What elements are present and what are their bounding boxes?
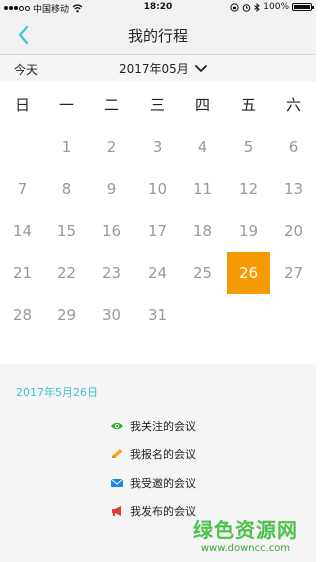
- calendar-day[interactable]: 25: [181, 252, 224, 294]
- weekday-thu: 四: [194, 96, 210, 114]
- page-title: 我的行程: [127, 27, 188, 45]
- legend-label: 我关注的会议: [130, 420, 196, 433]
- month-label: 2017年05月: [119, 62, 189, 76]
- battery-icon: [292, 3, 314, 11]
- calendar-day[interactable]: 22: [45, 252, 88, 294]
- calendar-day[interactable]: 4: [181, 126, 224, 168]
- calendar-day[interactable]: 18: [181, 210, 224, 252]
- calendar-grid: 日 一 二 三 四 五 六 1 2 3 4 5 6 7 8 9 10 11 12 13 14 15 16 17 1…: [0, 82, 316, 364]
- month-selector[interactable]: 2017年05月: [119, 60, 207, 77]
- calendar-day[interactable]: 12: [227, 168, 270, 210]
- legend-invited-meetings[interactable]: 我受邀的会议: [110, 475, 196, 491]
- calendar-day[interactable]: 5: [227, 126, 270, 168]
- chevron-down-icon: [194, 64, 207, 72]
- calendar-day[interactable]: 21: [1, 252, 44, 294]
- calendar-day[interactable]: 27: [272, 252, 315, 294]
- today-button[interactable]: 今天: [14, 61, 38, 78]
- calendar-day[interactable]: 2: [90, 126, 133, 168]
- calendar-day[interactable]: 23: [90, 252, 133, 294]
- calendar-day[interactable]: 13: [272, 168, 315, 210]
- calendar-day[interactable]: 29: [45, 294, 88, 336]
- status-bar: 中国移动 18:20 100%: [0, 0, 316, 16]
- calendar-day[interactable]: 3: [136, 126, 179, 168]
- legend-label: 我报名的会议: [130, 448, 196, 461]
- calendar-day[interactable]: 19: [227, 210, 270, 252]
- calendar-day[interactable]: 17: [136, 210, 179, 252]
- calendar-day[interactable]: 28: [1, 294, 44, 336]
- calendar-day[interactable]: 7: [1, 168, 44, 210]
- calendar-day[interactable]: 14: [1, 210, 44, 252]
- weekday-sat: 六: [285, 96, 301, 114]
- weekday-header: 日 一 二 三 四 五 六: [0, 82, 316, 126]
- calendar-day[interactable]: 6: [272, 126, 315, 168]
- calendar-day[interactable]: 10: [136, 168, 179, 210]
- calendar-day[interactable]: 31: [136, 294, 179, 336]
- weekday-wed: 三: [149, 96, 165, 114]
- month-bar: 今天 2017年05月: [0, 55, 316, 82]
- calendar-day[interactable]: 30: [90, 294, 133, 336]
- status-right-group: 100%: [230, 2, 314, 12]
- calendar-day[interactable]: 1: [45, 126, 88, 168]
- calendar-day[interactable]: 8: [45, 168, 88, 210]
- pencil-icon: [112, 449, 123, 458]
- calendar-day[interactable]: 11: [181, 168, 224, 210]
- calendar-day[interactable]: 24: [136, 252, 179, 294]
- calendar-day[interactable]: 16: [90, 210, 133, 252]
- weekday-tue: 二: [103, 96, 119, 114]
- alarm-icon: [242, 3, 251, 12]
- watermark-title: 绿色资源网: [193, 518, 298, 542]
- calendar-day[interactable]: 9: [90, 168, 133, 210]
- watermark-url: www.downcc.com: [200, 543, 291, 554]
- weekday-fri: 五: [240, 96, 256, 114]
- weekday-mon: 一: [58, 96, 74, 114]
- calendar-day[interactable]: 15: [45, 210, 88, 252]
- legend-registered-meetings[interactable]: 我报名的会议: [110, 446, 196, 462]
- envelope-icon: [110, 478, 124, 487]
- calendar-day[interactable]: 26: [227, 252, 270, 294]
- app-screen: 中国移动 18:20 100% 我的行程 今天 2017年05月 日 一 二 三…: [0, 0, 316, 562]
- battery-percent: 100%: [263, 2, 289, 12]
- legend-followed-meetings[interactable]: 我关注的会议: [110, 418, 196, 434]
- event-detail-panel: 2017年5月26日 我关注的会议 我报名的会议 我受邀的会议 我发布的会议 绿…: [0, 364, 316, 562]
- legend-published-meetings[interactable]: 我发布的会议: [110, 503, 196, 519]
- watermark-logo: 绿色资源网 www.downcc.com: [193, 514, 298, 554]
- weekday-sun: 日: [14, 96, 30, 114]
- megaphone-icon: [112, 506, 121, 516]
- bluetooth-icon: [254, 2, 260, 12]
- calendar-day[interactable]: 20: [272, 210, 315, 252]
- rotation-lock-icon: [230, 2, 239, 12]
- selected-date-label: 2017年5月26日: [16, 386, 98, 399]
- navigation-bar: 我的行程: [0, 16, 316, 55]
- legend-label: 我发布的会议: [130, 505, 196, 518]
- eye-icon: [111, 422, 123, 430]
- legend-label: 我受邀的会议: [130, 477, 196, 490]
